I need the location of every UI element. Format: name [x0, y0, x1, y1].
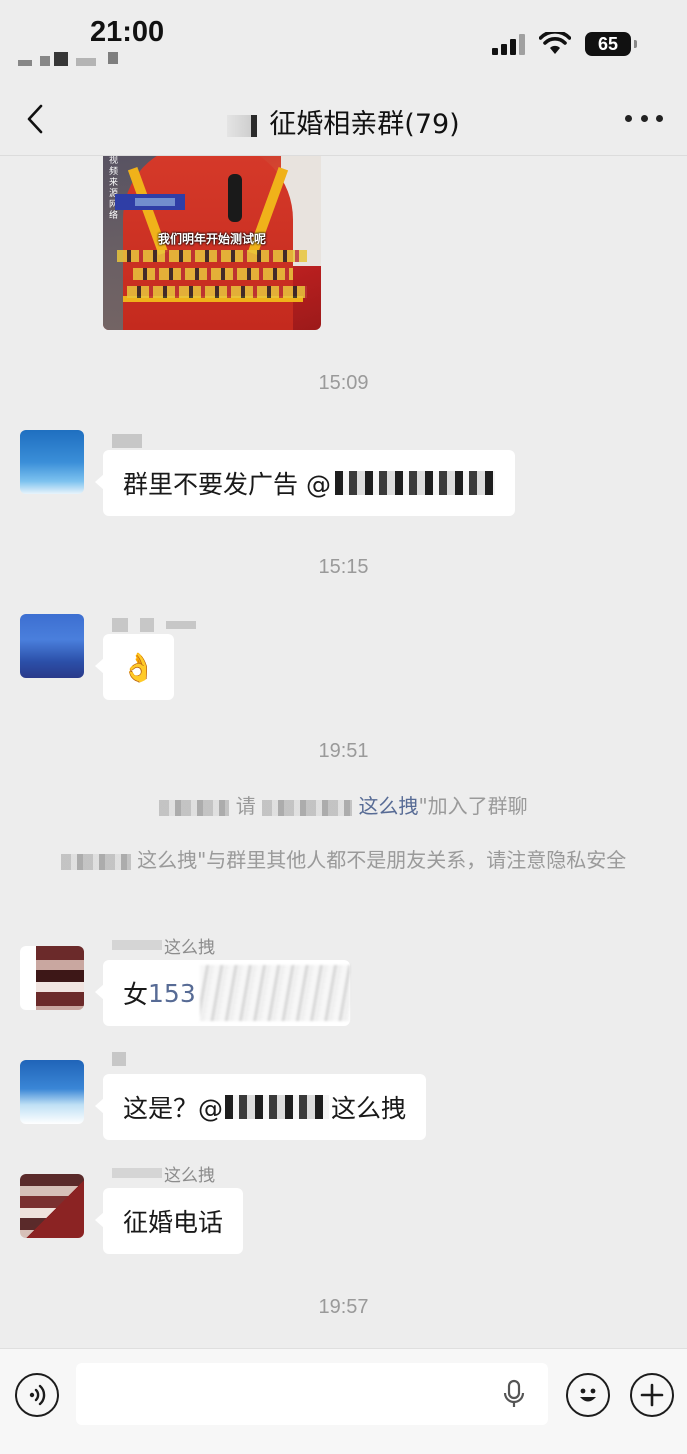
- message-bubble[interactable]: 女 153: [95, 960, 350, 1026]
- microphone-in-video: [228, 174, 242, 222]
- avatar[interactable]: [20, 430, 84, 494]
- emoji-button[interactable]: [566, 1373, 610, 1417]
- chat-messages[interactable]: 视频来源网络 我们明年开始测试呢 15:09 群里不要发广告 @ 15:15 👌…: [0, 156, 687, 1348]
- video-caption: 我们明年开始测试呢: [157, 232, 266, 246]
- avatar[interactable]: [20, 1174, 84, 1238]
- message-bubble[interactable]: 群里不要发广告 @: [95, 450, 515, 516]
- sender-name-blurred: [112, 1048, 126, 1070]
- message-text: 群里不要发广告 @: [123, 470, 331, 499]
- timestamp: 19:51: [318, 740, 369, 762]
- input-bar: [0, 1348, 687, 1454]
- phone-number-blurred: [199, 965, 350, 1021]
- sender-name-blurred: [112, 614, 196, 636]
- ok-hand-emoji: 👌: [121, 650, 156, 684]
- message-input[interactable]: [76, 1363, 548, 1425]
- emoji-icon: [580, 1388, 596, 1402]
- battery-icon: 65: [585, 32, 637, 56]
- plus-button[interactable]: [630, 1373, 674, 1417]
- wifi-icon: [539, 32, 571, 54]
- system-privacy-notice: 这么拽"与群里其他人都不是朋友关系，请注意隐私安全: [50, 842, 637, 878]
- microphone-icon[interactable]: [502, 1379, 526, 1409]
- status-icons: 65: [492, 30, 637, 58]
- carrier-blurred: [18, 50, 128, 72]
- message-bubble[interactable]: 征婚电话: [94, 1188, 244, 1254]
- mention-blurred: [334, 471, 495, 495]
- video-source-label: 视频来源网络: [109, 156, 119, 221]
- avatar[interactable]: [20, 1060, 84, 1124]
- chat-title: 征婚相亲群(79): [0, 102, 687, 141]
- timestamp: 19:57: [318, 1296, 369, 1318]
- status-time: 21:00: [90, 16, 165, 48]
- message-bubble[interactable]: 👌: [95, 634, 174, 700]
- sender-name: 这么拽: [112, 1162, 215, 1186]
- signal-icon: [492, 33, 525, 55]
- message-text: 征婚电话: [123, 1208, 224, 1237]
- message-bubble[interactable]: 这是？@ 这么拽: [94, 1074, 427, 1140]
- mention-blurred: [225, 1095, 330, 1119]
- plus-icon: [640, 1383, 664, 1407]
- sender-name-blurred: [112, 430, 142, 452]
- video-message-thumbnail[interactable]: 视频来源网络 我们明年开始测试呢: [103, 156, 321, 330]
- status-bar: 21:00 65: [0, 0, 687, 82]
- chat-title-text: 征婚相亲群(79): [269, 109, 460, 140]
- timestamp: 15:09: [318, 372, 369, 394]
- timestamp: 15:15: [318, 556, 369, 578]
- sender-name: 这么拽: [112, 934, 215, 958]
- more-dots-icon: [625, 114, 632, 122]
- phone-number-link[interactable]: 153: [148, 979, 196, 1008]
- more-button[interactable]: [625, 106, 663, 130]
- chat-header: 征婚相亲群(79): [0, 82, 687, 156]
- voice-icon: [29, 1384, 46, 1406]
- nickname-link[interactable]: 这么拽: [358, 794, 418, 818]
- system-join-notice: 请 这么拽"加入了群聊: [50, 788, 637, 824]
- avatar[interactable]: [20, 946, 84, 1010]
- avatar[interactable]: [20, 614, 84, 678]
- voice-button[interactable]: [15, 1373, 59, 1417]
- title-blurred-prefix: [227, 114, 268, 137]
- video-tag-blurred: [115, 194, 185, 210]
